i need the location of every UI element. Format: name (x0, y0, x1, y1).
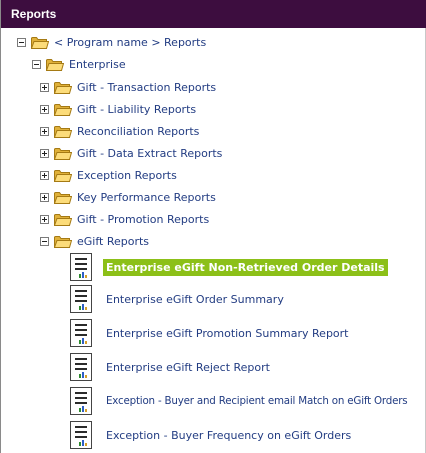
report-link[interactable]: Enterprise eGift Reject Report (103, 359, 273, 376)
folder-icon (54, 191, 72, 204)
report-link[interactable]: Enterprise eGift Promotion Summary Repor… (103, 325, 352, 342)
tree-folder-key-performance[interactable]: Key Performance Reports (40, 189, 216, 205)
tree-folder-egift[interactable]: eGift Reports (40, 233, 149, 249)
expand-toggle-icon[interactable] (40, 170, 49, 180)
report-item[interactable]: Enterprise eGift Promotion Summary Repor… (69, 318, 352, 348)
report-document-icon (69, 318, 93, 348)
tree-node-root[interactable]: < Program name > Reports (17, 34, 206, 50)
folder-icon (31, 36, 49, 49)
expand-toggle-icon[interactable] (40, 82, 49, 92)
collapse-toggle-icon[interactable] (40, 236, 49, 246)
folder-icon (54, 125, 72, 138)
tree-folder-exception[interactable]: Exception Reports (40, 167, 177, 183)
report-document-icon (69, 386, 93, 416)
tree-folder-label[interactable]: Reconciliation Reports (77, 125, 199, 138)
tree-folder-label[interactable]: Gift - Transaction Reports (77, 81, 216, 94)
report-item[interactable]: Enterprise eGift Order Summary (69, 284, 287, 314)
report-document-icon (69, 352, 93, 382)
tree-folder-reconciliation[interactable]: Reconciliation Reports (40, 123, 199, 139)
expand-toggle-icon[interactable] (40, 126, 49, 136)
report-document-icon (69, 284, 93, 314)
tree-node-enterprise[interactable]: Enterprise (32, 56, 126, 72)
tree-folder-label[interactable]: Exception Reports (77, 169, 177, 182)
expand-toggle-icon[interactable] (40, 192, 49, 202)
tree-node-enterprise-label[interactable]: Enterprise (69, 58, 126, 71)
expand-toggle-icon[interactable] (40, 148, 49, 158)
folder-icon (54, 235, 72, 248)
tree-folder-label[interactable]: Gift - Liability Reports (77, 103, 196, 116)
expand-toggle-icon[interactable] (40, 104, 49, 114)
report-item[interactable]: Enterprise eGift Non-Retrieved Order Det… (69, 252, 388, 282)
report-link-selected[interactable]: Enterprise eGift Non-Retrieved Order Det… (103, 258, 388, 276)
folder-icon (54, 103, 72, 116)
report-item[interactable]: Exception - Buyer Frequency on eGift Ord… (69, 420, 354, 450)
collapse-toggle-icon[interactable] (32, 59, 41, 69)
report-document-icon (69, 420, 93, 450)
tree-folder-label[interactable]: Key Performance Reports (77, 191, 216, 204)
report-link[interactable]: Enterprise eGift Order Summary (103, 291, 287, 308)
report-link[interactable]: Exception - Buyer Frequency on eGift Ord… (103, 427, 354, 444)
tree-folder-label[interactable]: Gift - Promotion Reports (77, 213, 209, 226)
folder-icon (46, 58, 64, 71)
report-link[interactable]: Exception - Buyer and Recipient email Ma… (103, 393, 410, 409)
report-document-icon (69, 252, 93, 282)
report-item[interactable]: Enterprise eGift Reject Report (69, 352, 273, 382)
reports-panel: Reports < Program name > Reports Enterpr… (0, 0, 426, 453)
expand-toggle-icon[interactable] (40, 214, 49, 224)
folder-icon (54, 81, 72, 94)
tree-folder-gift-transaction[interactable]: Gift - Transaction Reports (40, 79, 216, 95)
tree-node-root-label[interactable]: < Program name > Reports (54, 36, 206, 49)
collapse-toggle-icon[interactable] (17, 37, 26, 47)
folder-icon (54, 213, 72, 226)
tree-folder-label[interactable]: eGift Reports (77, 235, 149, 248)
panel-header: Reports (1, 0, 426, 28)
folder-icon (54, 169, 72, 182)
report-item[interactable]: Exception - Buyer and Recipient email Ma… (69, 386, 410, 416)
tree-folder-gift-data-extract[interactable]: Gift - Data Extract Reports (40, 145, 222, 161)
tree-folder-gift-liability[interactable]: Gift - Liability Reports (40, 101, 196, 117)
tree-folder-label[interactable]: Gift - Data Extract Reports (77, 147, 222, 160)
tree-folder-gift-promotion[interactable]: Gift - Promotion Reports (40, 211, 209, 227)
folder-icon (54, 147, 72, 160)
